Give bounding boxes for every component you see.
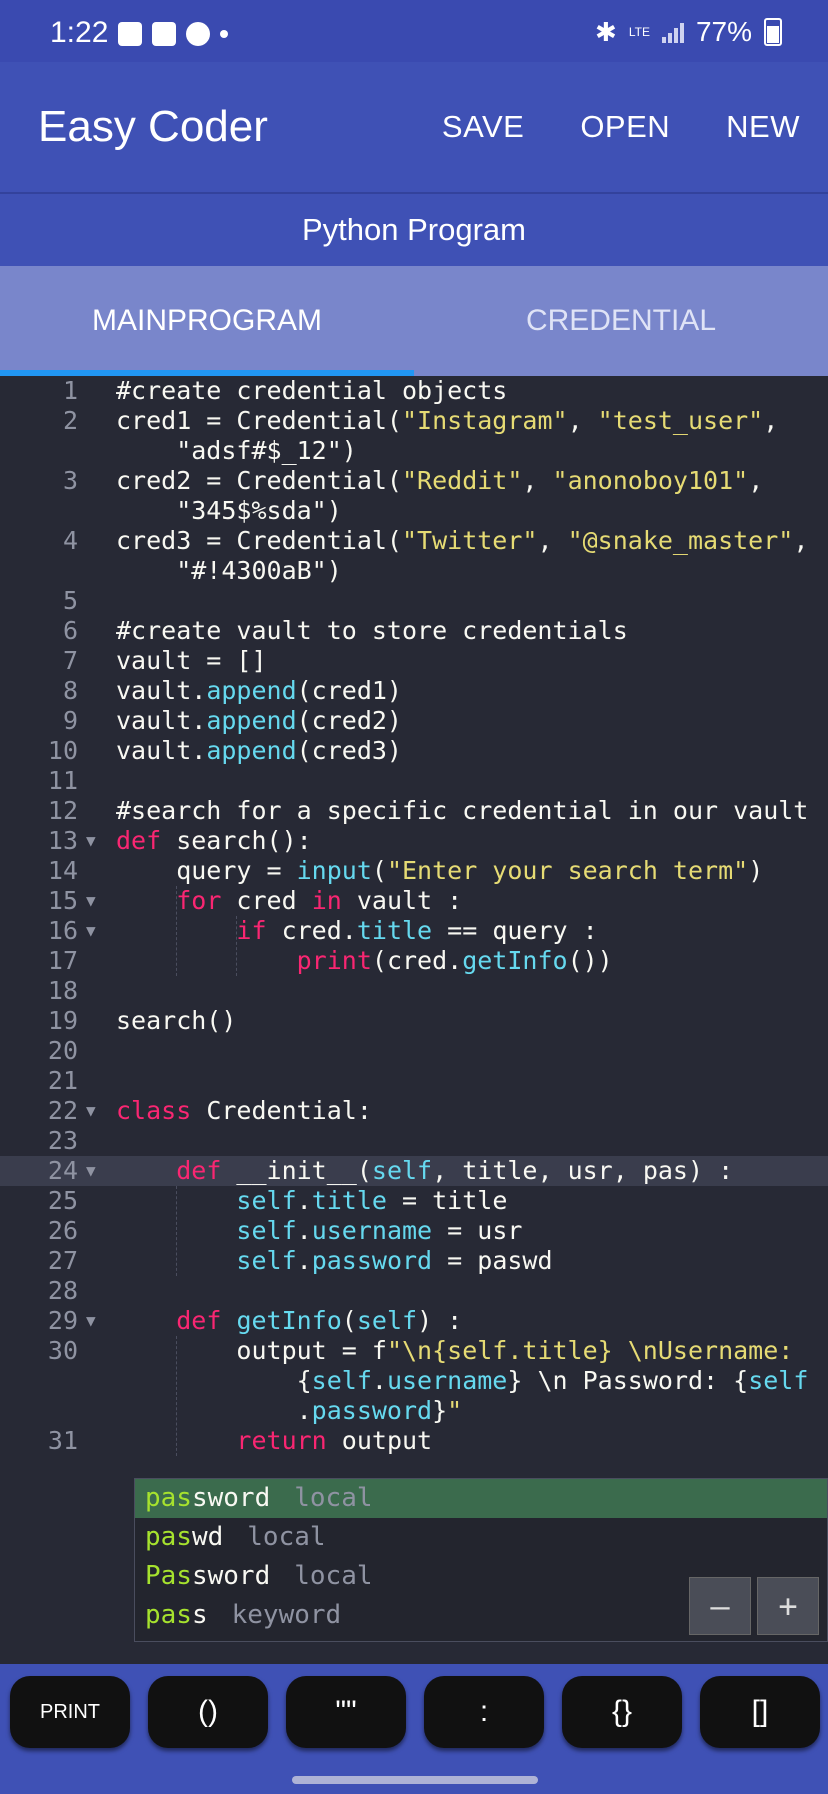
youtube-icon xyxy=(152,22,176,46)
zoom-controls: — + xyxy=(689,1577,819,1635)
code-line[interactable]: 2 cred1 = Credential("Instagram", "test_u… xyxy=(0,406,828,436)
zoom-in-button[interactable]: + xyxy=(757,1577,819,1635)
code-line-wrap[interactable]: .password}" xyxy=(0,1396,828,1426)
program-type-title: Python Program xyxy=(0,192,828,266)
code-line[interactable]: 11 xyxy=(0,766,828,796)
fold-arrow-icon[interactable]: ▼ xyxy=(86,1306,96,1336)
code-line[interactable]: 17 print(cred.getInfo()) xyxy=(0,946,828,976)
code-line[interactable]: 3 cred2 = Credential("Reddit", "anonoboy1… xyxy=(0,466,828,496)
code-line[interactable]: 7 vault = [] xyxy=(0,646,828,676)
signal-icon xyxy=(661,21,684,43)
code-line[interactable]: 18 xyxy=(0,976,828,1006)
colon-key[interactable]: : xyxy=(424,1676,544,1748)
indent-guide xyxy=(176,1336,177,1456)
network-type: LTE xyxy=(628,25,650,39)
status-bar: 1:22 ✱ LTE 77% xyxy=(0,0,828,62)
fold-arrow-icon[interactable]: ▼ xyxy=(86,916,96,946)
autocomplete-item[interactable]: password local xyxy=(135,1479,827,1518)
app-title: Easy Coder xyxy=(38,102,268,151)
code-line[interactable]: 20 xyxy=(0,1036,828,1066)
code-line[interactable]: 27 self.password = paswd xyxy=(0,1246,828,1276)
code-line[interactable]: 4 cred3 = Credential("Twitter", "@snake_m… xyxy=(0,526,828,556)
indent-guide xyxy=(236,916,237,976)
code-line[interactable]: 1 #create credential objects xyxy=(0,376,828,406)
toolbar-actions: SAVE OPEN NEW xyxy=(414,62,828,192)
code-line-wrap[interactable]: {self.username} \n Password: {self xyxy=(0,1366,828,1396)
code-line[interactable]: 21 xyxy=(0,1066,828,1096)
tab-bar: MAINPROGRAM CREDENTIAL xyxy=(0,266,828,376)
code-line[interactable]: 31 return output xyxy=(0,1426,828,1456)
autocomplete-item[interactable]: paswd local xyxy=(135,1518,827,1557)
open-button[interactable]: OPEN xyxy=(552,109,698,145)
code-editor[interactable]: 1 #create credential objects 2 cred1 = Cre… xyxy=(0,376,828,1662)
battery-icon xyxy=(764,18,782,46)
system-icons: ✱ LTE 77% xyxy=(595,16,782,48)
fold-arrow-icon[interactable]: ▼ xyxy=(86,826,96,856)
code-line[interactable]: 9 vault.append(cred2) xyxy=(0,706,828,736)
indent-guide xyxy=(176,886,177,976)
code-line[interactable]: 23 xyxy=(0,1126,828,1156)
code-line-wrap[interactable]: "345$%sda") xyxy=(0,496,828,526)
code-line[interactable]: 29 ▼ def getInfo(self) : xyxy=(0,1306,828,1336)
code-line[interactable]: 25 self.title = title xyxy=(0,1186,828,1216)
bluetooth-icon: ✱ xyxy=(595,16,617,47)
app-bar: Easy Coder SAVE OPEN NEW xyxy=(0,62,828,192)
indent-guide xyxy=(176,1186,177,1276)
zoom-out-button[interactable]: — xyxy=(689,1577,751,1635)
snippet-keys: PRINT () "" : {} [] xyxy=(10,1676,820,1748)
code-line[interactable]: 28 xyxy=(0,1276,828,1306)
code-line[interactable]: 14 query = input("Enter your search term… xyxy=(0,856,828,886)
code-line-current[interactable]: 24 ▼ def __init__(self, title, usr, pas) … xyxy=(0,1156,828,1186)
app-notification-icon xyxy=(186,22,210,46)
code-line[interactable]: 26 self.username = usr xyxy=(0,1216,828,1246)
code-line[interactable]: 22 ▼ class Credential: xyxy=(0,1096,828,1126)
code-line[interactable]: 10 vault.append(cred3) xyxy=(0,736,828,766)
code-line[interactable]: 16 ▼ if cred.title == query : xyxy=(0,916,828,946)
new-button[interactable]: NEW xyxy=(698,109,828,145)
status-time: 1:22 xyxy=(50,16,109,49)
tab-credential[interactable]: CREDENTIAL xyxy=(414,266,828,376)
code-line-wrap[interactable]: "#!4300aB") xyxy=(0,556,828,586)
autocomplete-popup: password local paswd local Password local p… xyxy=(134,1478,828,1642)
more-notifications-icon xyxy=(220,30,228,38)
notification-icons xyxy=(118,22,228,46)
fold-arrow-icon[interactable]: ▼ xyxy=(86,1156,96,1186)
code-line[interactable]: 12 #search for a specific credential in o… xyxy=(0,796,828,826)
braces-key[interactable]: {} xyxy=(562,1676,682,1748)
gallery-icon xyxy=(118,22,142,46)
fold-arrow-icon[interactable]: ▼ xyxy=(86,886,96,916)
code-line-wrap[interactable]: "adsf#$_12") xyxy=(0,436,828,466)
parentheses-key[interactable]: () xyxy=(148,1676,268,1748)
code-line[interactable]: 6 #create vault to store credentials xyxy=(0,616,828,646)
save-button[interactable]: SAVE xyxy=(414,109,552,145)
code-line[interactable]: 15 ▼ for cred in vault : xyxy=(0,886,828,916)
fold-arrow-icon[interactable]: ▼ xyxy=(86,1096,96,1126)
code-line[interactable]: 13 ▼ def search(): xyxy=(0,826,828,856)
home-indicator[interactable] xyxy=(292,1776,538,1784)
brackets-key[interactable]: [] xyxy=(700,1676,820,1748)
quotes-key[interactable]: "" xyxy=(286,1676,406,1748)
battery-level: 77% xyxy=(695,16,752,47)
print-key[interactable]: PRINT xyxy=(10,1676,130,1748)
code-line[interactable]: 19 search() xyxy=(0,1006,828,1036)
tab-mainprogram[interactable]: MAINPROGRAM xyxy=(0,266,414,376)
code-line[interactable]: 30 output = f"\n{self.title} \nUsername: xyxy=(0,1336,828,1366)
code-line[interactable]: 8 vault.append(cred1) xyxy=(0,676,828,706)
code-line[interactable]: 5 xyxy=(0,586,828,616)
bottom-key-bar: PRINT () "" : {} [] xyxy=(0,1664,828,1794)
